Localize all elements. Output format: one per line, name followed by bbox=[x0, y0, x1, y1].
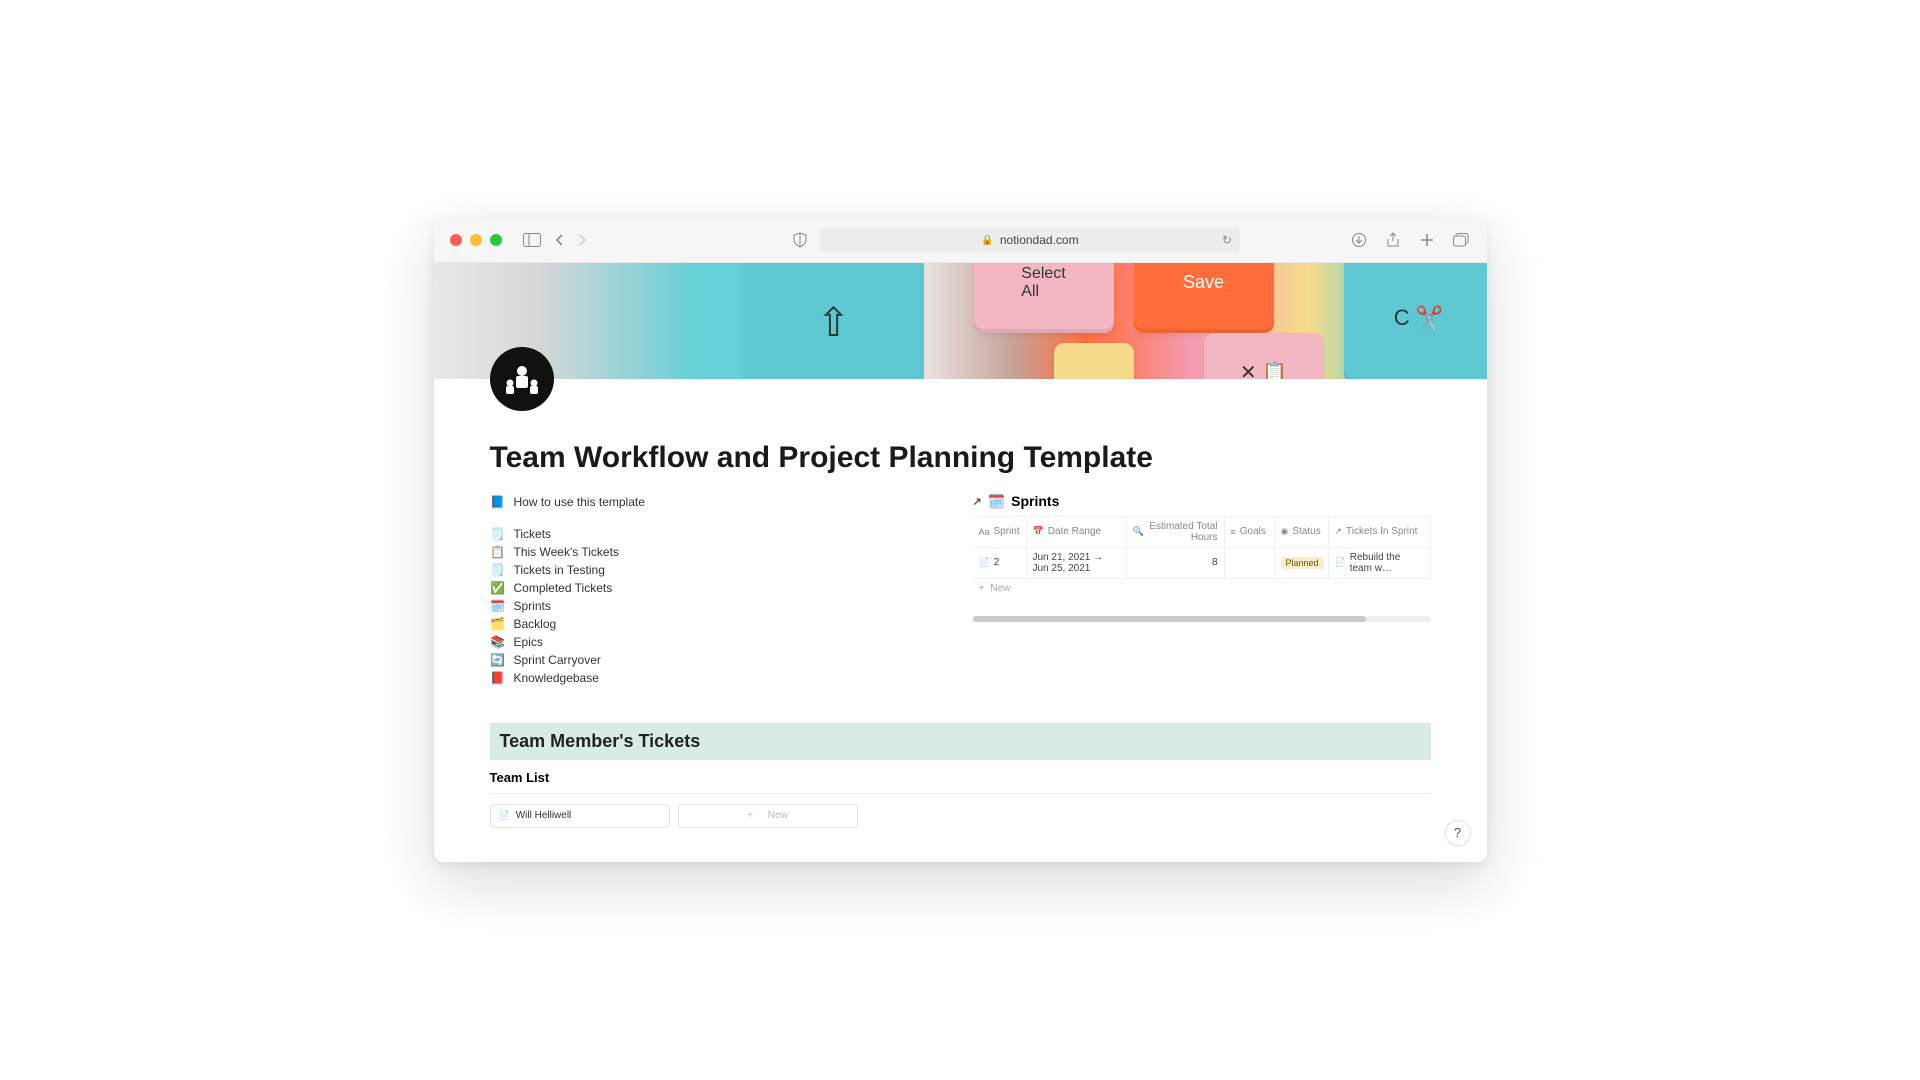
page-icon[interactable] bbox=[490, 347, 554, 411]
browser-window: 🔒 notiondad.com ↻ ⇧ SelectAll Save bbox=[434, 219, 1487, 862]
col-status[interactable]: ◉Status bbox=[1275, 517, 1329, 547]
nav-link-carryover[interactable]: 🔄Sprint Carryover bbox=[490, 651, 933, 669]
plus-icon: + bbox=[979, 583, 985, 594]
how-to-link[interactable]: 📘 How to use this template bbox=[490, 493, 933, 511]
tabs-overview-icon[interactable] bbox=[1451, 230, 1471, 250]
table-row[interactable]: 📄2 Jun 21, 2021 → Jun 25, 2021 8 Planned… bbox=[973, 548, 1431, 579]
status-badge: Planned bbox=[1281, 557, 1324, 569]
sidebar-toggle-icon[interactable] bbox=[522, 230, 542, 250]
help-button[interactable]: ? bbox=[1445, 820, 1471, 846]
team-member-card[interactable]: 📄 Will Helliwell bbox=[490, 804, 670, 828]
col-est-hours[interactable]: 🔍Estimated Total Hours bbox=[1127, 517, 1225, 547]
nav-link-kb[interactable]: 📕Knowledgebase bbox=[490, 669, 933, 687]
col-date-range[interactable]: 📅Date Range bbox=[1027, 517, 1127, 547]
sprints-title[interactable]: Sprints bbox=[1011, 493, 1059, 509]
nav-link-sprints[interactable]: 🗓️Sprints bbox=[490, 597, 933, 615]
cover-image: ⇧ SelectAll Save ✕ 📋 C ✂️ bbox=[434, 263, 1487, 379]
calendar-icon: 🗓️ bbox=[988, 493, 1005, 510]
nav-link-this-week[interactable]: 📋This Week's Tickets bbox=[490, 543, 933, 561]
nav-link-testing[interactable]: 🗒️Tickets in Testing bbox=[490, 561, 933, 579]
reload-icon[interactable]: ↻ bbox=[1222, 233, 1232, 247]
privacy-shield-icon[interactable] bbox=[790, 230, 810, 250]
team-section-banner: Team Member's Tickets bbox=[490, 723, 1431, 760]
col-tickets-in-sprint[interactable]: ↗Tickets In Sprint bbox=[1329, 517, 1431, 547]
new-team-member-button[interactable]: + New bbox=[678, 804, 858, 828]
close-window-button[interactable] bbox=[450, 234, 462, 246]
plus-icon: + bbox=[747, 810, 753, 821]
downloads-icon[interactable] bbox=[1349, 230, 1369, 250]
book-icon: 📘 bbox=[490, 495, 506, 509]
nav-link-backlog[interactable]: 🗂️Backlog bbox=[490, 615, 933, 633]
team-list: 📄 Will Helliwell + New bbox=[490, 793, 1431, 828]
left-navigation: 📘 How to use this template 🗒️Tickets 📋Th… bbox=[490, 493, 933, 687]
new-tab-icon[interactable] bbox=[1417, 230, 1437, 250]
col-sprint[interactable]: AaSprint bbox=[973, 517, 1027, 547]
how-to-label: How to use this template bbox=[514, 495, 645, 509]
forward-button[interactable] bbox=[572, 230, 592, 250]
nav-link-epics[interactable]: 📚Epics bbox=[490, 633, 933, 651]
linked-db-icon: ↗ bbox=[973, 495, 982, 508]
page-icon: 📄 bbox=[499, 810, 510, 821]
team-member-name: Will Helliwell bbox=[516, 810, 572, 821]
sprints-table: AaSprint 📅Date Range 🔍Estimated Total Ho… bbox=[973, 516, 1431, 598]
share-icon[interactable] bbox=[1383, 230, 1403, 250]
lock-icon: 🔒 bbox=[981, 235, 993, 246]
nav-links: 🗒️Tickets 📋This Week's Tickets 🗒️Tickets… bbox=[490, 525, 933, 687]
address-bar[interactable]: 🔒 notiondad.com ↻ bbox=[820, 227, 1240, 253]
maximize-window-button[interactable] bbox=[490, 234, 502, 246]
page-title: Team Workflow and Project Planning Templ… bbox=[490, 441, 1431, 475]
page-content: ⇧ SelectAll Save ✕ 📋 C ✂️ Team Workflow … bbox=[434, 263, 1487, 862]
nav-link-completed[interactable]: ✅Completed Tickets bbox=[490, 579, 933, 597]
sprints-panel: ↗ 🗓️ Sprints AaSprint 📅Date Range 🔍Estim… bbox=[973, 493, 1431, 687]
browser-titlebar: 🔒 notiondad.com ↻ bbox=[434, 219, 1487, 263]
nav-link-tickets[interactable]: 🗒️Tickets bbox=[490, 525, 933, 543]
window-controls bbox=[450, 234, 502, 246]
minimize-window-button[interactable] bbox=[470, 234, 482, 246]
horizontal-scrollbar[interactable] bbox=[973, 616, 1431, 622]
address-text: notiondad.com bbox=[1000, 233, 1079, 247]
team-list-heading: Team List bbox=[490, 770, 1431, 785]
col-goals[interactable]: ≡Goals bbox=[1225, 517, 1275, 547]
new-row-button[interactable]: + New bbox=[973, 579, 1431, 598]
back-button[interactable] bbox=[550, 230, 570, 250]
